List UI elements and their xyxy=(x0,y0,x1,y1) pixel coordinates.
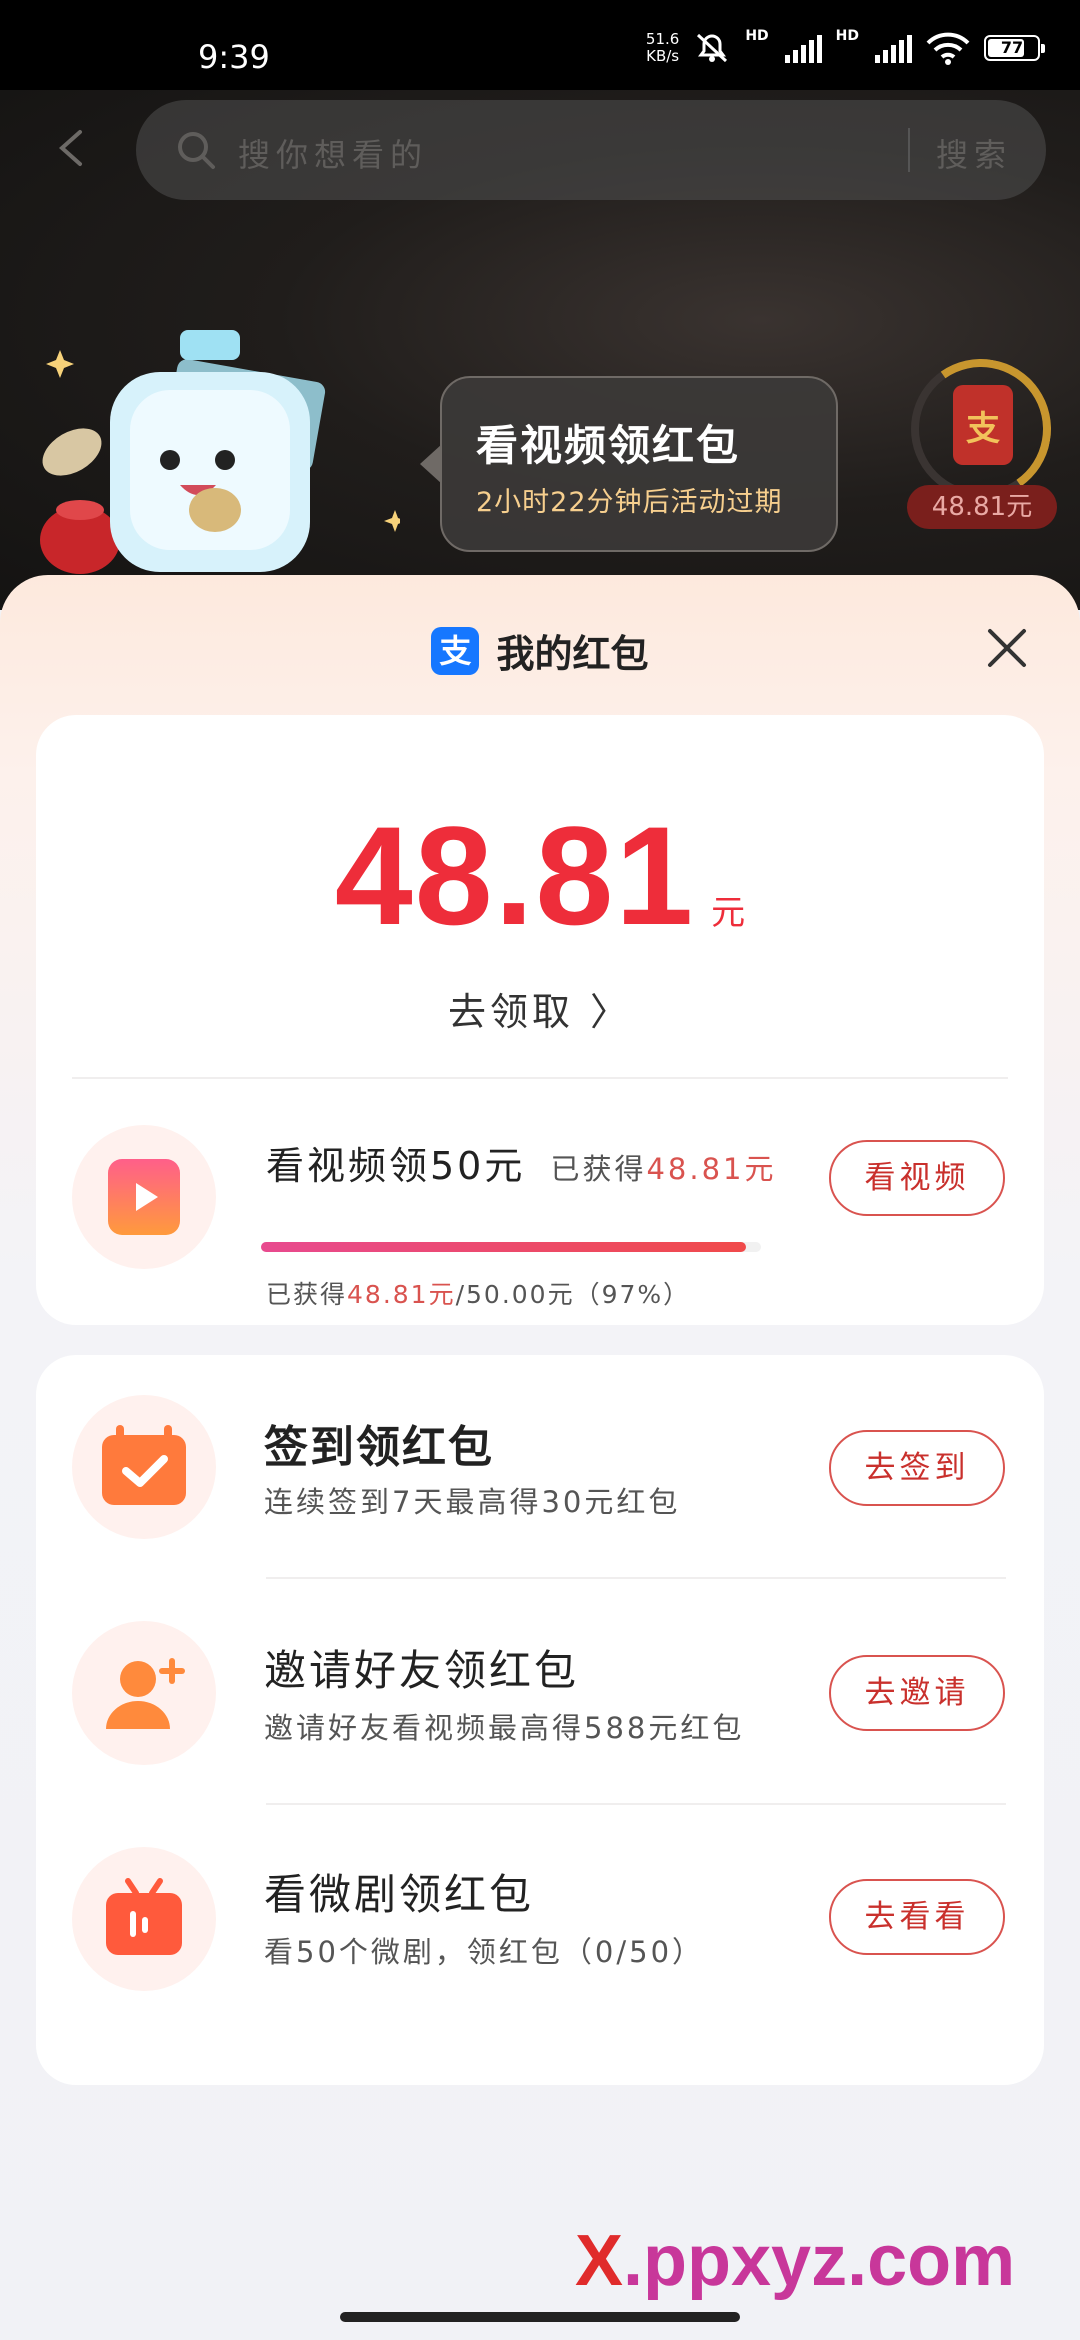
alipay-logo-icon: 支 xyxy=(431,626,480,675)
watch-video-button[interactable]: 看视频 xyxy=(829,1140,1005,1216)
checkin-button[interactable]: 去签到 xyxy=(829,1430,1005,1506)
video-task-earned: 已获得48.81元 xyxy=(550,1152,777,1186)
back-icon[interactable] xyxy=(52,128,92,168)
balance-amount: 48.81 xyxy=(334,797,696,954)
bubble-tail xyxy=(420,444,442,484)
battery-level: 77 xyxy=(1000,38,1024,57)
status-icons: 51.6 KB/s HD HD 77 xyxy=(645,28,1045,68)
play-icon xyxy=(136,1183,158,1211)
balance-unit: 元 xyxy=(711,893,746,933)
signal-icon-2 xyxy=(875,33,912,63)
signal-icon-1 xyxy=(784,33,822,63)
divider xyxy=(72,1077,1008,1079)
invite-button[interactable]: 去邀请 xyxy=(829,1655,1005,1731)
invite-task-subtitle: 邀请好友看视频最高得588元红包 xyxy=(264,1711,745,1745)
invite-task-title: 邀请好友领红包 xyxy=(264,1646,580,1695)
video-task-progress-bar xyxy=(261,1242,761,1252)
drama-task-icon xyxy=(72,1847,216,1991)
balance-card: 48.81 元 去领取 〉 看视频领50元 已获得48.81元 已获得48.81元… xyxy=(36,715,1044,1325)
checkin-task-subtitle: 连续签到7天最高得30元红包 xyxy=(264,1485,681,1519)
red-packet-progress-badge[interactable]: 支 48.81元 xyxy=(899,347,1065,535)
promo-title: 看视频领红包 xyxy=(476,421,741,470)
home-indicator[interactable] xyxy=(340,2312,740,2322)
mascot-illustration xyxy=(40,330,400,574)
claim-link[interactable]: 去领取 〉 xyxy=(36,981,1044,1036)
red-packet-sheet: 支 我的红包 48.81 元 去领取 〉 看视频领50元 已获得48.81元 已获… xyxy=(0,575,1080,2340)
promo-countdown: 2小时22分钟后活动过期 xyxy=(476,487,783,518)
drama-task-subtitle: 看50个微剧，领红包（0/50） xyxy=(264,1935,705,1969)
battery-icon: 77 xyxy=(984,35,1045,61)
status-time: 9:39 xyxy=(198,38,270,76)
task-list-card: 签到领红包 连续签到7天最高得30元红包 去签到 邀请好友领红包 邀请好友看视频… xyxy=(36,1355,1044,2085)
status-bar: 9:39 51.6 KB/s HD HD 77 xyxy=(0,0,1080,90)
add-friend-icon xyxy=(106,1658,185,1729)
video-task-progress-text: 已获得48.81元/50.00元（97%） xyxy=(266,1280,691,1309)
checkin-task-title: 签到领红包 xyxy=(264,1422,494,1473)
hd-label-1: HD xyxy=(745,28,769,44)
tv-icon xyxy=(106,1878,182,1955)
invite-task-icon xyxy=(72,1621,216,1765)
calendar-check-icon xyxy=(102,1425,186,1505)
checkin-task-icon xyxy=(72,1395,216,1539)
promo-bubble[interactable]: 看视频领红包 2小时22分钟后活动过期 xyxy=(420,376,838,552)
video-task-icon xyxy=(72,1125,216,1269)
network-speed: 51.6 KB/s xyxy=(645,30,680,65)
row-divider xyxy=(266,1577,1006,1579)
hd-label-2: HD xyxy=(835,28,859,44)
red-envelope-icon: 支 xyxy=(953,385,1013,465)
sheet-header: 支 我的红包 xyxy=(0,623,1080,683)
search-divider xyxy=(908,128,910,172)
sheet-title: 我的红包 xyxy=(496,632,649,676)
video-task-title: 看视频领50元 已获得48.81元 xyxy=(266,1144,777,1188)
watermark-logo: X.ppxyz.com xyxy=(575,2221,1016,2301)
wifi-icon xyxy=(926,32,970,65)
balance-amount-row: 48.81 元 xyxy=(36,795,1044,957)
search-button[interactable]: 搜索 xyxy=(936,130,1012,176)
search-bar[interactable]: 搜你想看的 搜索 xyxy=(136,100,1046,200)
badge-amount: 48.81元 xyxy=(907,485,1057,529)
row-divider xyxy=(266,1803,1006,1805)
watch-drama-button[interactable]: 去看看 xyxy=(829,1879,1005,1955)
close-icon[interactable] xyxy=(984,625,1030,671)
alarm-muted-icon xyxy=(697,33,728,63)
progress-fill xyxy=(261,1242,746,1252)
search-icon xyxy=(178,132,215,169)
search-input[interactable]: 搜你想看的 xyxy=(238,130,428,176)
drama-task-title: 看微剧领红包 xyxy=(264,1870,535,1919)
